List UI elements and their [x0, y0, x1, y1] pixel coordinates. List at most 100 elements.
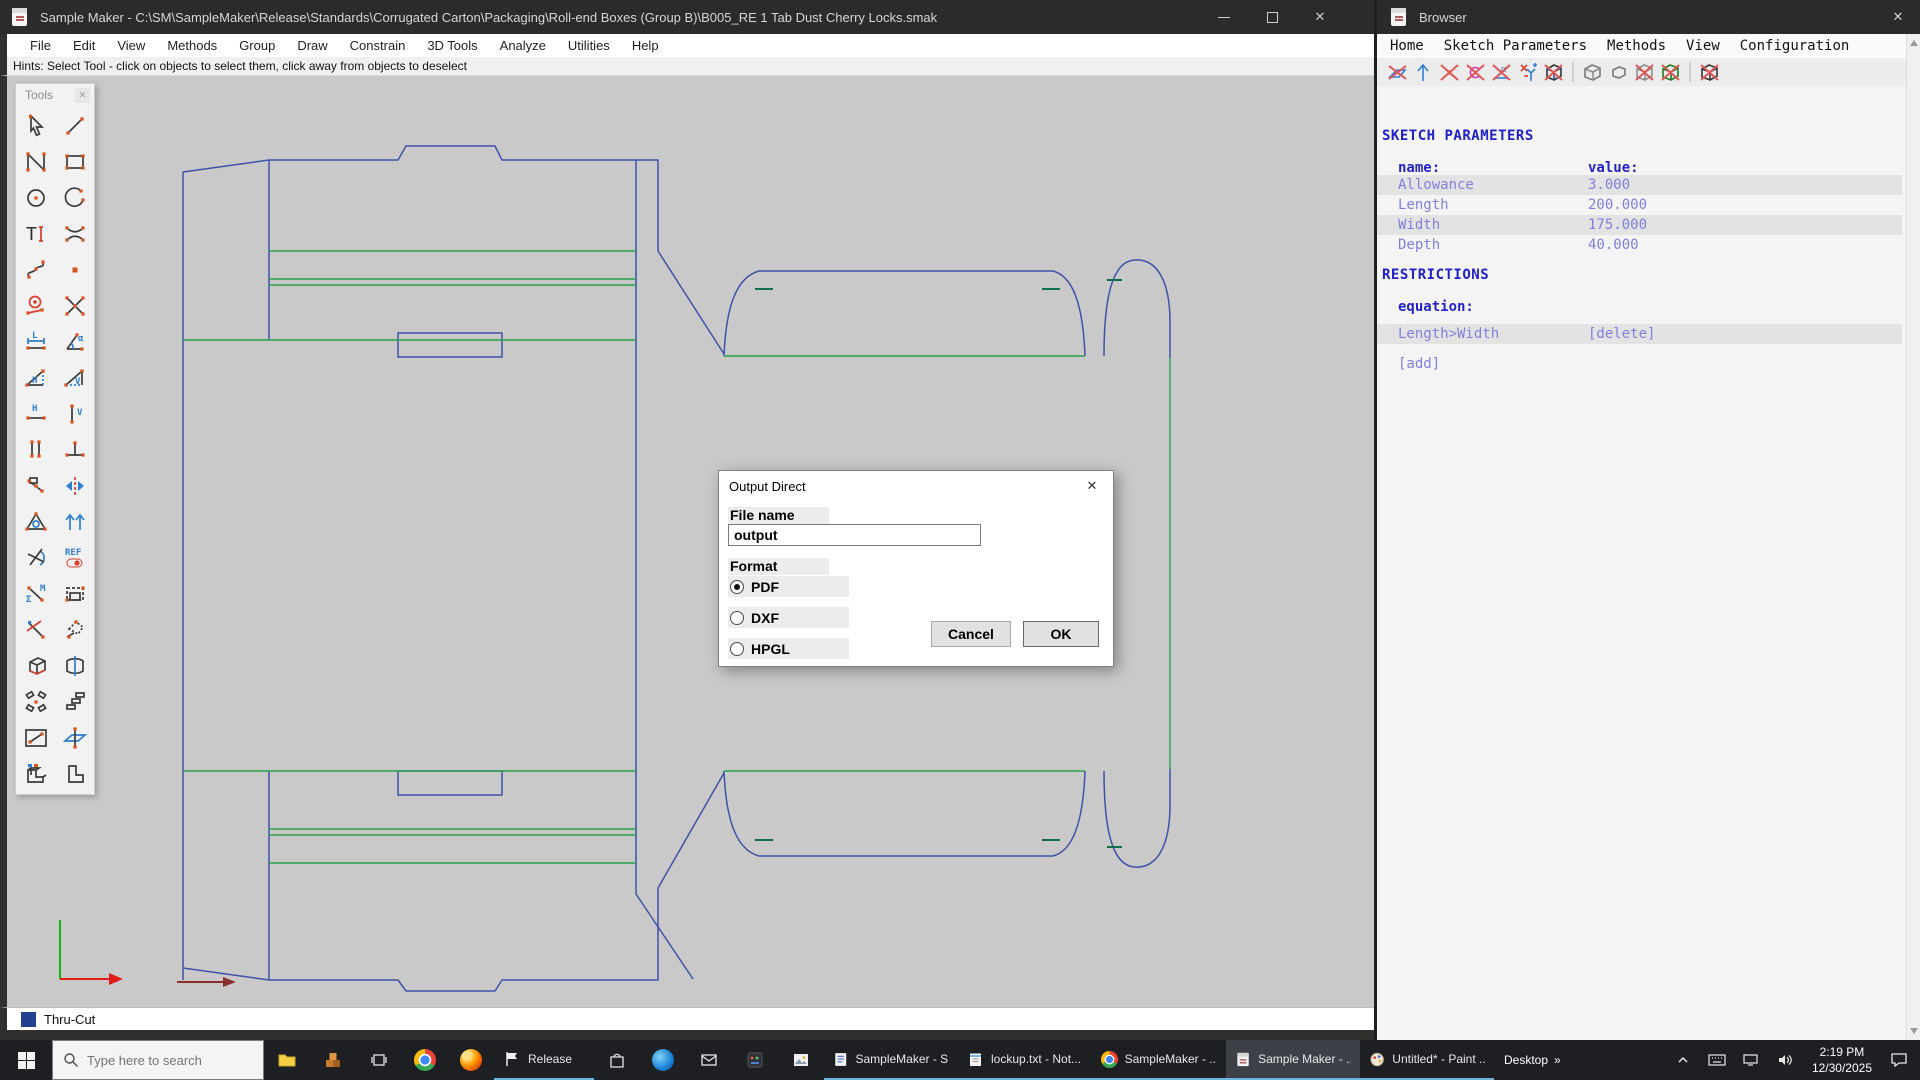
menu-group[interactable]: Group: [228, 38, 286, 53]
tool-dim-horizontal[interactable]: H: [16, 360, 55, 396]
show-solid-icon[interactable]: [1659, 61, 1682, 84]
remove-constraint-icon[interactable]: [1386, 61, 1409, 84]
tool-plane-3d[interactable]: [55, 720, 94, 756]
firefox-button[interactable]: [448, 1040, 494, 1080]
tool-constraint-parallel[interactable]: [16, 432, 55, 468]
dialog-close-button[interactable]: ✕: [1083, 478, 1101, 494]
hide-solid-icon[interactable]: [1698, 61, 1721, 84]
solid-small-view-icon[interactable]: [1607, 61, 1630, 84]
tool-reference-toggle[interactable]: REF: [55, 540, 94, 576]
tool-constraint-perpendicular[interactable]: [55, 432, 94, 468]
dev-app-button[interactable]: [732, 1040, 778, 1080]
menu-view[interactable]: View: [106, 38, 156, 53]
add-restriction-row[interactable]: [add]: [1377, 354, 1902, 374]
tool-dim-vertical[interactable]: V: [55, 360, 94, 396]
tool-mirror[interactable]: [55, 468, 94, 504]
delete-point-icon[interactable]: [1438, 61, 1461, 84]
tool-move-up[interactable]: [55, 504, 94, 540]
move-up-constraint-icon[interactable]: [1412, 61, 1435, 84]
browser-menu-home[interactable]: Home: [1390, 38, 1424, 54]
format-option-dxf[interactable]: DXF: [728, 607, 849, 628]
tool-constraint-triangle[interactable]: [16, 504, 55, 540]
tool-rectangle[interactable]: [55, 144, 94, 180]
tool-stair-offset[interactable]: [55, 684, 94, 720]
mail-button[interactable]: [686, 1040, 732, 1080]
delete-angle-constraint-icon[interactable]: α: [1490, 61, 1513, 84]
touch-keyboard-button[interactable]: [1702, 1040, 1732, 1080]
radio-hpgl[interactable]: [730, 642, 744, 656]
browser-close-button[interactable]: ✕: [1876, 0, 1920, 34]
parameter-row-depth[interactable]: Depth 40.000: [1377, 235, 1902, 255]
solid-view-icon[interactable]: [1581, 61, 1604, 84]
menu-3d-tools[interactable]: 3D Tools: [416, 38, 488, 53]
tools-palette-close-button[interactable]: ✕: [75, 88, 90, 103]
action-center-button[interactable]: [1884, 1040, 1914, 1080]
tool-dim-length[interactable]: L: [16, 324, 55, 360]
tool-constraint-fix[interactable]: [16, 468, 55, 504]
tool-point[interactable]: [55, 252, 94, 288]
restriction-row[interactable]: Length>Width [delete]: [1377, 324, 1902, 344]
volume-button[interactable]: [1770, 1040, 1800, 1080]
taskbar-window-sample-maker-active[interactable]: Sample Maker - ...: [1226, 1040, 1360, 1080]
taskbar-window-notepad[interactable]: lockup.txt - Not...: [958, 1040, 1092, 1080]
taskbar-search[interactable]: [52, 1040, 264, 1080]
file-explorer-button[interactable]: [264, 1040, 310, 1080]
task-view-button[interactable]: [356, 1040, 402, 1080]
drawing-canvas[interactable]: Tools ✕ T L α: [0, 76, 1374, 1007]
menu-methods[interactable]: Methods: [156, 38, 228, 53]
parameter-row-length[interactable]: Length 200.000: [1377, 195, 1902, 215]
photos-button[interactable]: [778, 1040, 824, 1080]
menu-utilities[interactable]: Utilities: [557, 38, 621, 53]
search-input[interactable]: [87, 1053, 247, 1068]
add-restriction-link[interactable]: [add]: [1398, 356, 1440, 372]
menu-constrain[interactable]: Constrain: [339, 38, 417, 53]
delete-circle-constraint-icon[interactable]: [1464, 61, 1487, 84]
browser-menu-configuration[interactable]: Configuration: [1740, 38, 1850, 54]
format-option-hpgl[interactable]: HPGL: [728, 638, 849, 659]
tool-polyline[interactable]: [16, 144, 55, 180]
taskbar-window-release[interactable]: Release: [494, 1040, 594, 1080]
maximize-button[interactable]: [1248, 0, 1296, 34]
browser-menu-view[interactable]: View: [1686, 38, 1720, 54]
minimize-button[interactable]: [1200, 0, 1248, 34]
menu-edit[interactable]: Edit: [62, 38, 106, 53]
menu-analyze[interactable]: Analyze: [489, 38, 557, 53]
parameter-row-width[interactable]: Width 175.000: [1377, 215, 1902, 235]
scroll-down-icon[interactable]: [1910, 1028, 1918, 1034]
cancel-button[interactable]: Cancel: [931, 621, 1011, 647]
browser-scrollbar[interactable]: [1906, 34, 1920, 1040]
tool-constraint-horizontal[interactable]: H: [16, 396, 55, 432]
delete-solid-icon[interactable]: [1542, 61, 1565, 84]
tool-corner-l[interactable]: [55, 756, 94, 792]
tool-revolve-3d[interactable]: [55, 648, 94, 684]
close-button[interactable]: ✕: [1296, 0, 1344, 34]
tool-dim-angle[interactable]: α: [55, 324, 94, 360]
browser-menu-sketch-parameters[interactable]: Sketch Parameters: [1444, 38, 1587, 54]
tool-arc[interactable]: [55, 180, 94, 216]
tool-text[interactable]: T: [16, 216, 55, 252]
radio-pdf[interactable]: [730, 580, 744, 594]
package-app-button[interactable]: [310, 1040, 356, 1080]
tool-offset[interactable]: [16, 288, 55, 324]
toggle-axes-icon[interactable]: [1516, 61, 1539, 84]
tray-expand-button[interactable]: [1668, 1040, 1698, 1080]
tool-box-3d[interactable]: [16, 648, 55, 684]
tool-select[interactable]: [16, 108, 55, 144]
start-button[interactable]: [0, 1040, 52, 1080]
edge-button[interactable]: [640, 1040, 686, 1080]
menu-file[interactable]: File: [19, 38, 62, 53]
tool-extrude-l[interactable]: [16, 756, 55, 792]
store-button[interactable]: [594, 1040, 640, 1080]
tool-erase-region[interactable]: [55, 612, 94, 648]
network-button[interactable]: [1736, 1040, 1766, 1080]
taskbar-window-samplemaker-chrome[interactable]: SampleMaker - ...: [1092, 1040, 1226, 1080]
parameter-row-allowance[interactable]: Allowance 3.000: [1377, 175, 1902, 195]
dialog-titlebar[interactable]: Output Direct ✕: [719, 471, 1113, 501]
ok-button[interactable]: OK: [1023, 621, 1099, 647]
menu-draw[interactable]: Draw: [286, 38, 338, 53]
format-option-pdf[interactable]: PDF: [728, 576, 849, 597]
browser-menu-methods[interactable]: Methods: [1607, 38, 1666, 54]
delete-restriction-link[interactable]: [delete]: [1588, 326, 1655, 342]
tool-explode[interactable]: [16, 684, 55, 720]
desktop-toolbar[interactable]: Desktop »: [1494, 1040, 1571, 1080]
